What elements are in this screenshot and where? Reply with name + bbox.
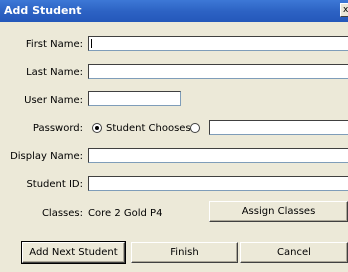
first-name-field[interactable]	[88, 36, 348, 51]
first-name-label: First Name:	[25, 39, 83, 50]
radio-custom-password[interactable]	[190, 123, 200, 133]
last-name-field[interactable]	[88, 64, 348, 79]
radio-student-chooses-label: Student Chooses	[106, 123, 191, 134]
finish-button[interactable]: Finish	[131, 242, 238, 263]
student-id-field[interactable]	[88, 176, 348, 191]
classes-value: Core 2 Gold P4	[88, 208, 163, 219]
display-name-label: Display Name:	[10, 151, 83, 162]
text-cursor	[91, 39, 92, 48]
display-name-field[interactable]	[88, 148, 348, 163]
close-button[interactable]: x	[340, 3, 348, 17]
add-next-student-button[interactable]: Add Next Student	[21, 241, 126, 264]
user-name-label: User Name:	[24, 95, 83, 106]
cancel-button[interactable]: Cancel	[240, 242, 348, 263]
window-title: Add Student	[4, 4, 82, 17]
radio-student-chooses[interactable]	[92, 123, 102, 133]
password-field[interactable]	[209, 120, 348, 135]
user-name-field[interactable]	[88, 91, 181, 106]
last-name-label: Last Name:	[26, 67, 83, 78]
student-id-label: Student ID:	[26, 179, 83, 190]
password-label: Password:	[32, 123, 83, 134]
assign-classes-button[interactable]: Assign Classes	[209, 201, 348, 222]
title-bar: Add Student x	[0, 0, 348, 22]
classes-label: Classes:	[41, 208, 83, 219]
